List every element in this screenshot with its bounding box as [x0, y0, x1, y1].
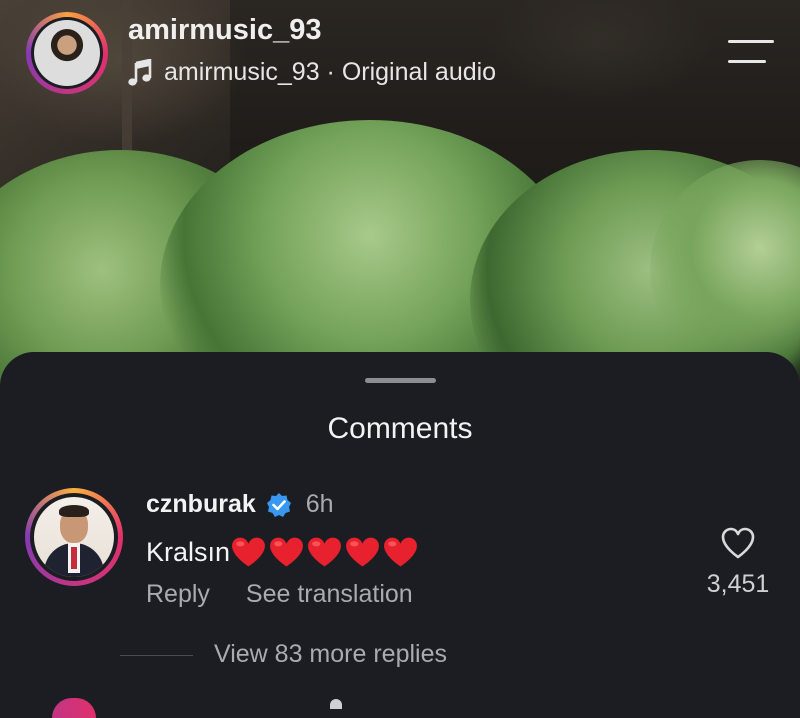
red-heart-icon	[270, 537, 303, 567]
heart-emoji-group	[230, 535, 419, 569]
heart-outline-icon[interactable]	[720, 526, 756, 560]
comment-header: cznburak 6h	[146, 490, 334, 519]
audio-attribution[interactable]: amirmusic_93 · Original audio	[128, 58, 496, 87]
commenter-avatar[interactable]	[25, 488, 123, 586]
comments-sheet: Comments cznburak 6h Kralsın Reply See t…	[0, 352, 800, 718]
audio-label: amirmusic_93 · Original audio	[164, 58, 497, 86]
reel-author-avatar[interactable]	[26, 12, 108, 94]
comment-body: Kralsın	[146, 535, 419, 569]
sheet-title: Comments	[327, 412, 473, 445]
reel-author-photo	[34, 20, 100, 86]
next-commenter-avatar[interactable]	[52, 698, 96, 718]
comment-text: Kralsın	[146, 536, 231, 567]
comment-actions: Reply See translation	[146, 580, 413, 609]
verified-badge-icon	[266, 492, 291, 517]
commenter-username[interactable]: cznburak	[146, 490, 256, 519]
see-translation-link[interactable]: See translation	[246, 580, 413, 609]
music-note-icon	[128, 58, 152, 86]
menu-icon[interactable]	[728, 40, 774, 66]
next-comment-peek	[330, 699, 342, 709]
sheet-drag-handle[interactable]	[365, 378, 436, 383]
comment-timestamp: 6h	[305, 490, 334, 518]
red-heart-icon	[346, 537, 379, 567]
replies-divider	[120, 655, 193, 656]
reply-button[interactable]: Reply	[146, 580, 210, 609]
reel-author-username[interactable]: amirmusic_93	[128, 14, 321, 47]
red-heart-icon	[232, 537, 265, 567]
like-count: 3,451	[706, 570, 770, 598]
red-heart-icon	[308, 537, 341, 567]
red-heart-icon	[384, 537, 417, 567]
commenter-photo	[34, 497, 114, 577]
view-more-replies-link[interactable]: View 83 more replies	[214, 640, 447, 669]
